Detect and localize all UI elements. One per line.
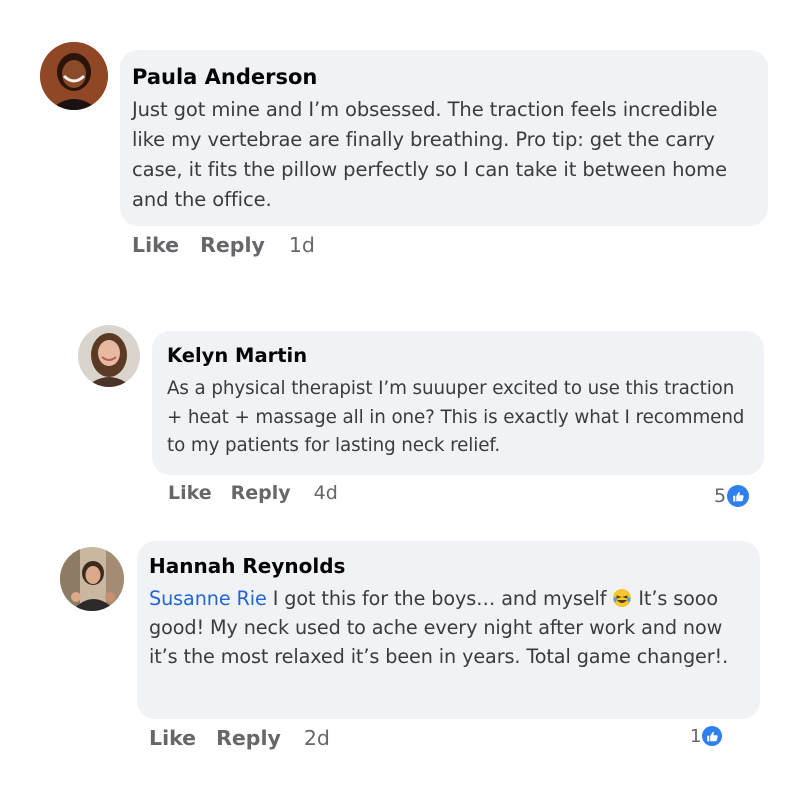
avatar[interactable] (40, 42, 108, 110)
reply-button[interactable]: Reply (200, 233, 265, 257)
comment-bubble: Kelyn Martin As a physical therapist I’m… (152, 331, 764, 475)
reaction-summary[interactable]: 5 (714, 484, 750, 508)
reply-button[interactable]: Reply (216, 726, 281, 750)
avatar-photo (78, 325, 140, 387)
comment-timestamp[interactable]: 1d (289, 233, 315, 257)
thumbs-up-icon (702, 726, 723, 746)
reaction-count: 1 (690, 725, 702, 747)
comment-bubble: Paula Anderson Just got mine and I’m obs… (120, 50, 768, 226)
thumbs-up-icon (727, 485, 750, 507)
comment-timestamp[interactable]: 4d (314, 482, 338, 504)
comment-timestamp[interactable]: 2d (304, 726, 330, 750)
comment-text: Just got mine and I’m obsessed. The trac… (132, 98, 727, 211)
comment-text: Susanne Rie I got this for the boys… and… (149, 584, 748, 671)
like-button[interactable]: Like (132, 233, 179, 257)
avatar[interactable] (78, 325, 140, 387)
comment-bubble: Hannah Reynolds Susanne Rie I got this f… (137, 541, 760, 719)
comment-actions: Like Reply 4d (168, 480, 338, 506)
avatar[interactable] (60, 547, 124, 611)
comment-author[interactable]: Paula Anderson (132, 64, 756, 90)
comment-actions: Like Reply 1d (132, 232, 315, 258)
comment-text-part: I got this for the boys… and myself (272, 587, 607, 610)
like-button[interactable]: Like (168, 482, 212, 504)
avatar-photo (40, 42, 108, 110)
reply-button[interactable]: Reply (231, 482, 291, 504)
reaction-summary[interactable]: 1 (690, 724, 723, 748)
like-button[interactable]: Like (149, 726, 196, 750)
comment-actions: Like Reply 2d (149, 725, 330, 751)
reaction-count: 5 (714, 485, 727, 507)
comment-author[interactable]: Hannah Reynolds (149, 553, 748, 579)
laughing-tears-emoji-icon (612, 587, 632, 607)
comment-author[interactable]: Kelyn Martin (167, 343, 750, 369)
mention-link[interactable]: Susanne Rie (149, 587, 267, 610)
comment-text: As a physical therapist I’m suuuper exci… (167, 378, 745, 456)
avatar-photo (60, 547, 124, 611)
